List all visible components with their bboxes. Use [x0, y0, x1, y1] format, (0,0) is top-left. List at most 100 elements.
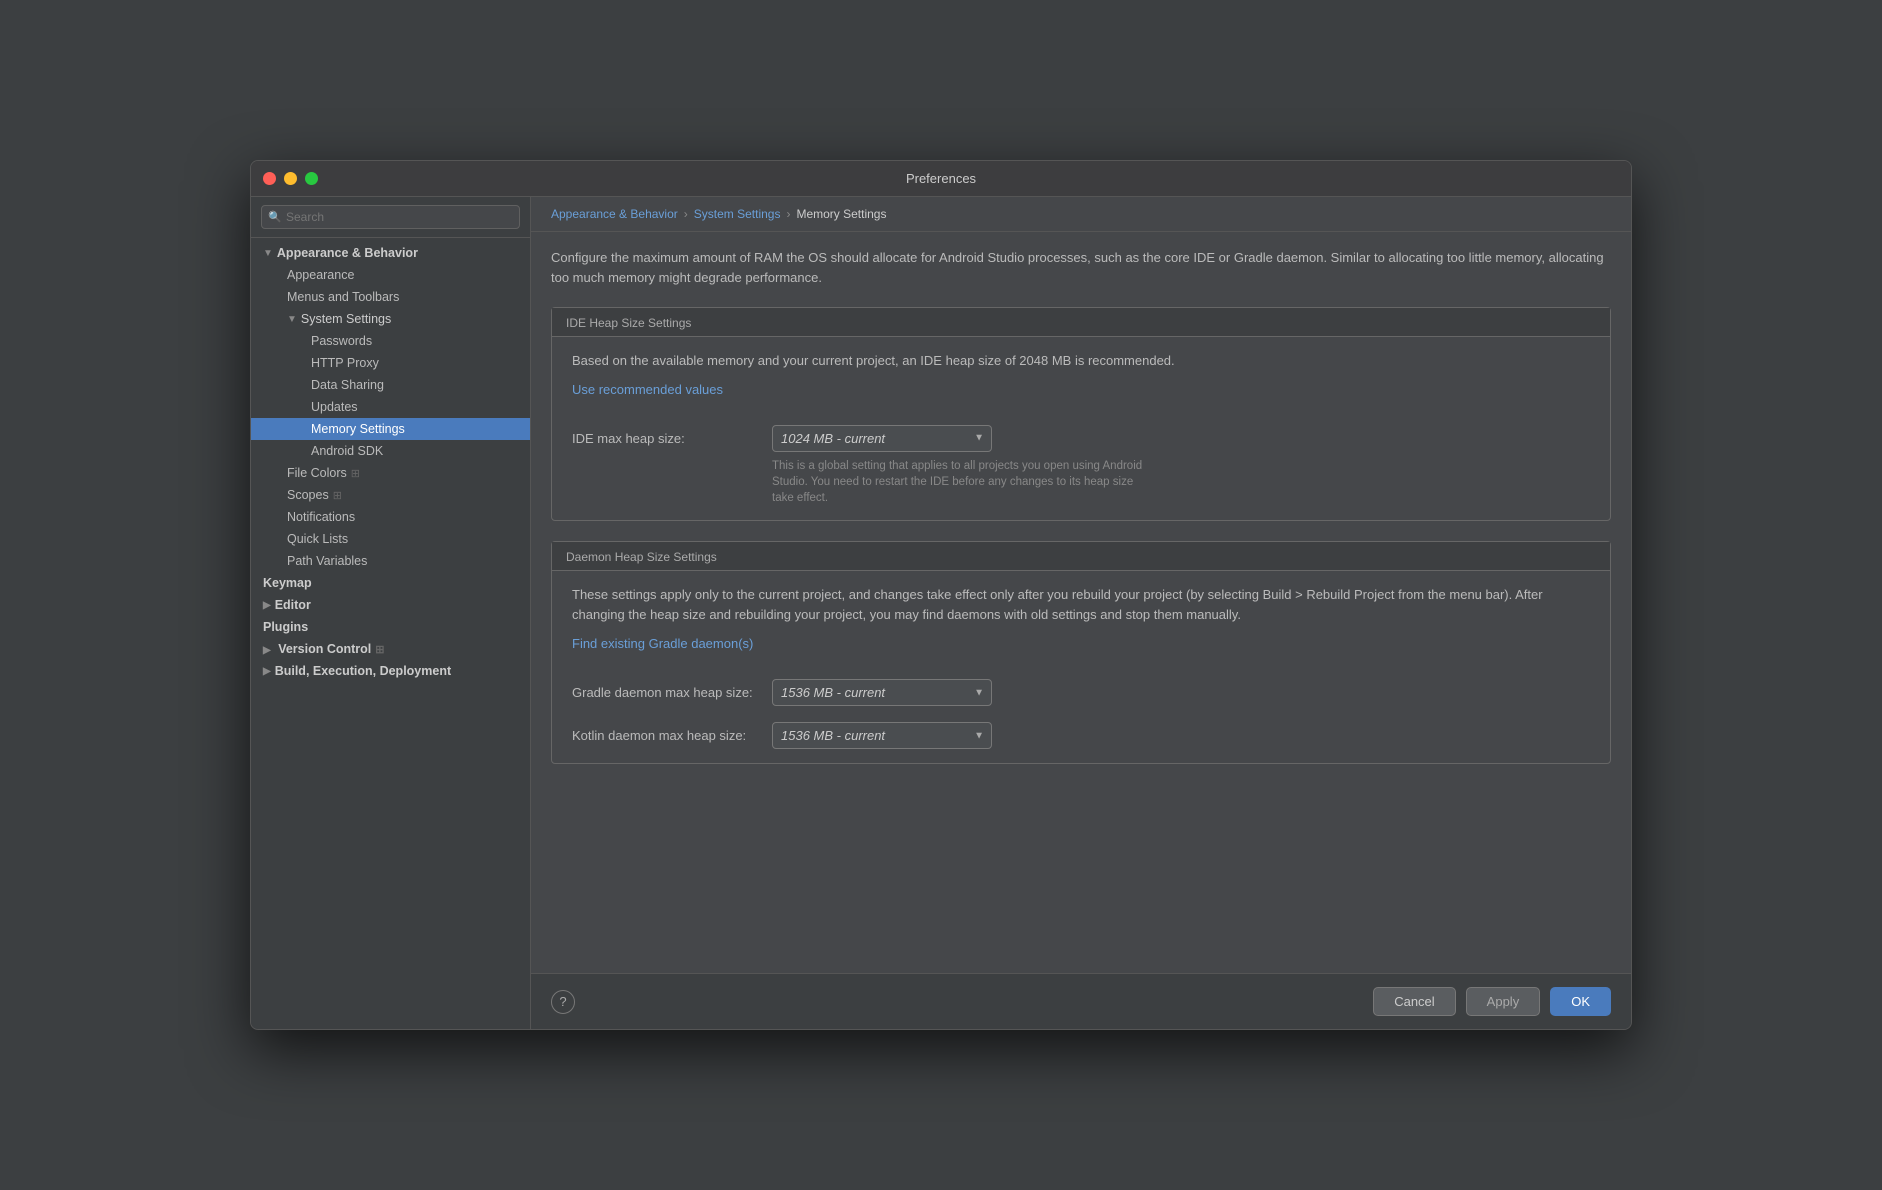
- sidebar-item-keymap[interactable]: Keymap: [251, 572, 530, 594]
- settings-icon: ⊞: [375, 643, 384, 656]
- breadcrumb-appearance-behavior[interactable]: Appearance & Behavior: [551, 207, 678, 221]
- chevron-right-icon: ▶: [263, 600, 271, 611]
- main-layout: 🔍 ▼ Appearance & Behavior Appearance Men…: [251, 197, 1631, 1029]
- main-panel: Appearance & Behavior › System Settings …: [531, 197, 1631, 1029]
- sidebar-item-http-proxy[interactable]: HTTP Proxy: [251, 352, 530, 374]
- search-box: 🔍: [251, 197, 530, 238]
- sidebar-item-version-control[interactable]: ▶ Version Control ⊞: [251, 638, 530, 660]
- search-icon: 🔍: [268, 211, 282, 224]
- ide-heap-hint: This is a global setting that applies to…: [772, 458, 1152, 506]
- ide-recommendation-text: Based on the available memory and your c…: [572, 351, 1590, 371]
- minimize-button[interactable]: [284, 172, 297, 185]
- sidebar-item-label: Notifications: [287, 510, 355, 524]
- sidebar-item-passwords[interactable]: Passwords: [251, 330, 530, 352]
- window-title: Preferences: [906, 171, 976, 186]
- sidebar-item-quick-lists[interactable]: Quick Lists: [251, 528, 530, 550]
- search-wrapper: 🔍: [261, 205, 520, 229]
- gradle-heap-size-dropdown[interactable]: 750 MB 1024 MB 1536 MB - current 2048 MB…: [772, 679, 992, 706]
- bottom-left: ?: [551, 990, 575, 1014]
- daemon-description: These settings apply only to the current…: [572, 585, 1590, 625]
- sidebar-item-label: System Settings: [301, 312, 391, 326]
- kotlin-heap-label: Kotlin daemon max heap size:: [572, 728, 772, 743]
- cancel-button[interactable]: Cancel: [1373, 987, 1455, 1016]
- settings-content: Configure the maximum amount of RAM the …: [531, 232, 1631, 973]
- chevron-right-icon: ▶: [263, 666, 271, 677]
- sidebar-item-data-sharing[interactable]: Data Sharing: [251, 374, 530, 396]
- sidebar-item-android-sdk[interactable]: Android SDK: [251, 440, 530, 462]
- sidebar-item-system-settings[interactable]: ▼ System Settings: [251, 308, 530, 330]
- search-input[interactable]: [261, 205, 520, 229]
- ide-heap-size-dropdown[interactable]: 750 MB 1024 MB - current 2048 MB 3072 MB…: [772, 425, 992, 452]
- sidebar-item-label: Data Sharing: [311, 378, 384, 392]
- breadcrumb: Appearance & Behavior › System Settings …: [531, 197, 1631, 232]
- sidebar-item-plugins[interactable]: Plugins: [251, 616, 530, 638]
- sidebar-item-label: Editor: [275, 598, 311, 612]
- ok-button[interactable]: OK: [1550, 987, 1611, 1016]
- daemon-heap-section: Daemon Heap Size Settings These settings…: [551, 541, 1611, 764]
- sidebar-item-editor[interactable]: ▶ Editor: [251, 594, 530, 616]
- sidebar-item-appearance[interactable]: Appearance: [251, 264, 530, 286]
- titlebar: Preferences: [251, 161, 1631, 197]
- sidebar-item-memory-settings[interactable]: Memory Settings: [251, 418, 530, 440]
- sidebar-item-updates[interactable]: Updates: [251, 396, 530, 418]
- kotlin-heap-field-row: Kotlin daemon max heap size: 750 MB 1024…: [572, 722, 1590, 749]
- sidebar-item-label: File Colors: [287, 466, 347, 480]
- sidebar-item-label: Appearance & Behavior: [277, 246, 418, 260]
- sidebar-item-label: Scopes: [287, 488, 329, 502]
- sidebar-item-build-execution[interactable]: ▶ Build, Execution, Deployment: [251, 660, 530, 682]
- ide-heap-dropdown-wrapper: 750 MB 1024 MB - current 2048 MB 3072 MB…: [772, 425, 992, 452]
- sidebar-item-label: Quick Lists: [287, 532, 348, 546]
- sidebar-item-label: Keymap: [263, 576, 312, 590]
- settings-icon: ⊞: [351, 467, 360, 480]
- maximize-button[interactable]: [305, 172, 318, 185]
- apply-button[interactable]: Apply: [1466, 987, 1541, 1016]
- kotlin-heap-dropdown-wrapper: 750 MB 1024 MB 1536 MB - current 2048 MB…: [772, 722, 992, 749]
- chevron-down-icon: ▼: [287, 314, 297, 325]
- use-recommended-values-link[interactable]: Use recommended values: [572, 382, 723, 397]
- sidebar-item-label: Memory Settings: [311, 422, 405, 436]
- sidebar-item-label: Updates: [311, 400, 358, 414]
- sidebar-item-label: Plugins: [263, 620, 308, 634]
- sidebar-item-path-variables[interactable]: Path Variables: [251, 550, 530, 572]
- sidebar-item-label: Android SDK: [311, 444, 383, 458]
- find-gradle-daemon-link[interactable]: Find existing Gradle daemon(s): [572, 636, 753, 651]
- gradle-heap-field-row: Gradle daemon max heap size: 750 MB 1024…: [572, 679, 1590, 706]
- chevron-down-icon: ▼: [263, 248, 273, 259]
- bottom-right: Cancel Apply OK: [1373, 987, 1611, 1016]
- breadcrumb-separator-2: ›: [786, 207, 790, 221]
- sidebar-item-scopes[interactable]: Scopes ⊞: [251, 484, 530, 506]
- ide-heap-section-body: Based on the available memory and your c…: [552, 337, 1610, 520]
- breadcrumb-memory-settings: Memory Settings: [796, 207, 886, 221]
- ide-heap-section: IDE Heap Size Settings Based on the avai…: [551, 307, 1611, 521]
- chevron-right-icon: ▶: [263, 645, 271, 656]
- sidebar-item-label: Build, Execution, Deployment: [275, 664, 451, 678]
- gradle-heap-label: Gradle daemon max heap size:: [572, 685, 772, 700]
- breadcrumb-separator-1: ›: [684, 207, 688, 221]
- sidebar-item-appearance-behavior[interactable]: ▼ Appearance & Behavior: [251, 242, 530, 264]
- page-description: Configure the maximum amount of RAM the …: [551, 248, 1611, 287]
- sidebar-item-label: HTTP Proxy: [311, 356, 379, 370]
- daemon-heap-section-title: Daemon Heap Size Settings: [552, 542, 1610, 571]
- window-controls: [263, 172, 318, 185]
- sidebar-item-label: Menus and Toolbars: [287, 290, 399, 304]
- gradle-heap-dropdown-wrapper: 750 MB 1024 MB 1536 MB - current 2048 MB…: [772, 679, 992, 706]
- sidebar-item-file-colors[interactable]: File Colors ⊞: [251, 462, 530, 484]
- sidebar-item-label: Path Variables: [287, 554, 367, 568]
- help-button[interactable]: ?: [551, 990, 575, 1014]
- bottom-bar: ? Cancel Apply OK: [531, 973, 1631, 1029]
- kotlin-heap-size-dropdown[interactable]: 750 MB 1024 MB 1536 MB - current 2048 MB…: [772, 722, 992, 749]
- settings-icon: ⊞: [333, 489, 342, 502]
- breadcrumb-system-settings[interactable]: System Settings: [694, 207, 781, 221]
- ide-heap-section-title: IDE Heap Size Settings: [552, 308, 1610, 337]
- sidebar-item-notifications[interactable]: Notifications: [251, 506, 530, 528]
- sidebar-item-label: Version Control: [278, 642, 371, 656]
- daemon-heap-section-body: These settings apply only to the current…: [552, 571, 1610, 763]
- close-button[interactable]: [263, 172, 276, 185]
- sidebar-item-label: Passwords: [311, 334, 372, 348]
- sidebar-item-label: Appearance: [287, 268, 354, 282]
- ide-heap-field-row: IDE max heap size: 750 MB 1024 MB - curr…: [572, 425, 1590, 452]
- sidebar-item-menus-toolbars[interactable]: Menus and Toolbars: [251, 286, 530, 308]
- preferences-window: Preferences 🔍 ▼ Appearance & Behavior Ap…: [250, 160, 1632, 1030]
- ide-heap-label: IDE max heap size:: [572, 431, 772, 446]
- sidebar: 🔍 ▼ Appearance & Behavior Appearance Men…: [251, 197, 531, 1029]
